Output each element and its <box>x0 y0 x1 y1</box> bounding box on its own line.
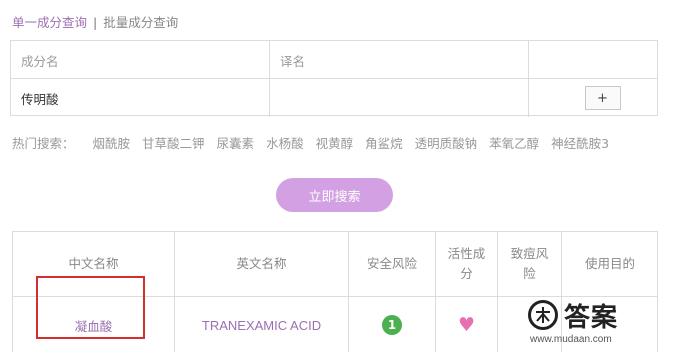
table-row-en-name: TRANEXAMIC ACID <box>175 296 349 352</box>
hot-search-item[interactable]: 甘草酸二钾 <box>142 133 205 152</box>
translation-name-placeholder: 译名 <box>280 53 306 69</box>
form-header-empty <box>529 41 659 79</box>
tab-separator: | <box>93 15 98 30</box>
ingredient-name-placeholder: 成分名 <box>21 53 59 69</box>
watermark-glyph-icon <box>536 307 550 323</box>
hot-search-item[interactable]: 水杨酸 <box>266 133 304 152</box>
watermark-logo-icon <box>528 300 558 330</box>
heart-icon: ♥ <box>457 313 476 336</box>
translation-input[interactable] <box>270 79 529 117</box>
ingredient-form: 成分名 译名 传明酸 + <box>10 40 658 117</box>
form-header-row: 成分名 译名 <box>11 41 657 79</box>
safety-risk-badge: 1 <box>382 315 402 335</box>
table-row-active: ♥ <box>436 296 498 352</box>
hot-search-item[interactable]: 视黄醇 <box>316 133 354 152</box>
translation-name-field[interactable]: 译名 <box>270 41 529 79</box>
header-purpose[interactable]: 使用目的 <box>562 232 658 296</box>
add-cell: + <box>529 79 659 117</box>
hot-search-item[interactable]: 烟酰胺 <box>93 133 131 152</box>
search-now-button[interactable]: 立即搜索 <box>276 178 393 212</box>
tab-batch-query[interactable]: 批量成分查询 <box>103 15 178 30</box>
header-safety-risk[interactable]: 安全风险 <box>349 232 436 296</box>
header-active-ingredient[interactable]: 活性成 分 <box>436 232 498 296</box>
hot-search: 热门搜索： 烟酰胺 甘草酸二钾 尿囊素 水杨酸 视黄醇 角鲨烷 透明质酸钠 苯氧… <box>12 133 621 152</box>
hot-search-item[interactable]: 神经酰胺3 <box>551 133 609 152</box>
watermark-url: www.mudaan.com <box>530 334 612 345</box>
query-tabs: 单一成分查询 | 批量成分查询 <box>12 12 178 31</box>
hot-search-item[interactable]: 透明质酸钠 <box>415 133 478 152</box>
tab-single-query[interactable]: 单一成分查询 <box>12 15 87 30</box>
ingredient-input-value: 传明酸 <box>21 91 59 107</box>
hot-search-label: 热门搜索： <box>12 136 75 151</box>
watermark-text: 答案 <box>564 303 619 333</box>
header-acne-risk[interactable]: 致痘风 险 <box>498 232 562 296</box>
ingredient-input[interactable]: 传明酸 <box>11 79 270 117</box>
hot-search-item[interactable]: 尿囊素 <box>217 133 255 152</box>
add-ingredient-button[interactable]: + <box>584 86 621 110</box>
ingredient-name-field[interactable]: 成分名 <box>11 41 270 79</box>
form-input-row: 传明酸 + <box>11 79 657 117</box>
table-row-risk: 1 <box>349 296 436 352</box>
highlight-box <box>36 276 145 339</box>
hot-search-item[interactable]: 角鲨烷 <box>365 133 403 152</box>
ingredient-en-name: TRANEXAMIC ACID <box>201 317 322 333</box>
watermark: 答案 www.mudaan.com <box>528 298 668 350</box>
header-en-name[interactable]: 英文名称 <box>175 232 349 296</box>
hot-search-item[interactable]: 苯氧乙醇 <box>489 133 539 152</box>
